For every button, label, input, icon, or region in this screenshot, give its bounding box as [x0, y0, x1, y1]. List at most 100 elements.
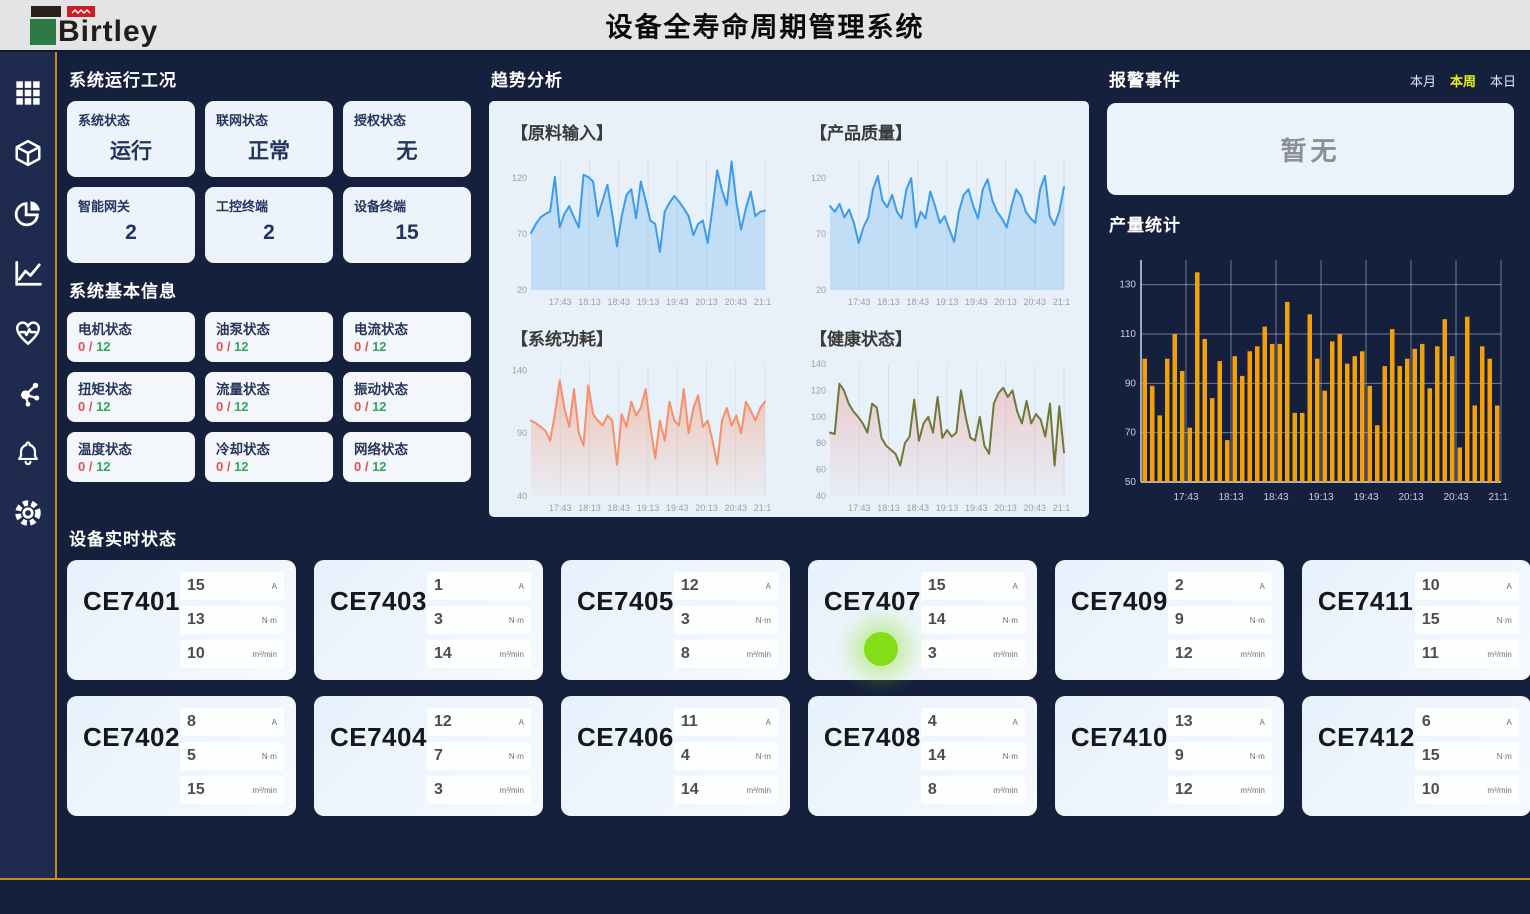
- device-value: 9: [1175, 747, 1184, 765]
- sidebar-item-settings[interactable]: [11, 496, 45, 530]
- svg-text:18:13: 18:13: [877, 297, 900, 307]
- alarm-empty-state: 暂无: [1107, 103, 1514, 195]
- svg-text:17:43: 17:43: [848, 297, 871, 307]
- device-unit: A: [1506, 718, 1511, 727]
- device-card-ce7412[interactable]: CE7412 6A 15N·m 10m³/min: [1302, 696, 1530, 816]
- device-card-ce7401[interactable]: CE7401 15A 13N·m 10m³/min: [67, 560, 296, 680]
- sidebar-item-bell[interactable]: [11, 436, 45, 470]
- device-card-ce7406[interactable]: CE7406 11A 4N·m 14m³/min: [561, 696, 790, 816]
- device-unit: m³/min: [253, 786, 277, 795]
- svg-text:110: 110: [1120, 329, 1136, 340]
- system-status-title: 系统运行工况: [69, 66, 471, 91]
- svg-text:80: 80: [816, 438, 826, 448]
- svg-text:19:43: 19:43: [1353, 492, 1378, 503]
- logo-green-square: [30, 19, 56, 45]
- device-value: 8: [681, 645, 690, 663]
- svg-text:90: 90: [517, 428, 527, 438]
- chart-title: 【产品质量】: [810, 119, 1075, 144]
- svg-text:20:43: 20:43: [724, 297, 747, 307]
- sidebar-item-pie-chart[interactable]: [11, 196, 45, 230]
- device-unit: N·m: [1250, 616, 1265, 625]
- device-unit: A: [1013, 582, 1018, 591]
- svg-text:70: 70: [816, 229, 826, 239]
- device-unit: m³/min: [993, 786, 1017, 795]
- count-separator: /: [223, 399, 234, 414]
- devices-title: 设备实时状态: [69, 525, 1516, 550]
- sidebar-item-grid[interactable]: [11, 76, 45, 110]
- sidebar-item-health[interactable]: [11, 316, 45, 350]
- total-count: 12: [234, 459, 248, 474]
- grid-icon: [14, 79, 42, 107]
- device-card-ce7409[interactable]: CE7409 2A 9N·m 12m³/min: [1055, 560, 1284, 680]
- device-unit: A: [766, 582, 771, 591]
- system-info-grid: 电机状态 0 / 12 油泵状态 0 / 12 电流状态 0 / 12 扭矩: [67, 312, 471, 482]
- trend-title: 趋势分析: [491, 66, 1089, 91]
- device-card-ce7402[interactable]: CE7402 8A 5N·m 15m³/min: [67, 696, 296, 816]
- production-bar-chart: 50709011013017:4318:1318:4319:1319:4320:…: [1107, 246, 1509, 508]
- alarm-filter-week[interactable]: 本周: [1450, 71, 1476, 90]
- device-unit: A: [1260, 718, 1265, 727]
- total-count: 12: [234, 339, 248, 354]
- info-card: 扭矩状态 0 / 12: [67, 372, 195, 422]
- info-card: 电机状态 0 / 12: [67, 312, 195, 362]
- device-unit: m³/min: [499, 786, 523, 795]
- device-card-ce7405[interactable]: CE7405 12A 3N·m 8m³/min: [561, 560, 790, 680]
- system-status-grid: 系统状态 运行 联网状态 正常 授权状态 无 智能网关: [67, 101, 471, 263]
- svg-text:40: 40: [517, 491, 527, 501]
- device-card-ce7408[interactable]: CE7408 4A 14N·m 8m³/min: [808, 696, 1037, 816]
- svg-text:70: 70: [517, 229, 527, 239]
- svg-text:18:13: 18:13: [1218, 492, 1243, 503]
- svg-text:120: 120: [811, 385, 826, 395]
- sidebar-item-line-chart[interactable]: [11, 256, 45, 290]
- total-count: 12: [372, 399, 386, 414]
- alarm-filter-group: 本月 本周 本日: [1410, 71, 1516, 90]
- device-value: 11: [1422, 645, 1439, 663]
- svg-text:17:43: 17:43: [549, 297, 572, 307]
- count-separator: /: [223, 459, 234, 474]
- alarm-title: 报警事件: [1109, 66, 1181, 91]
- running-indicator: [864, 632, 898, 666]
- device-card-ce7403[interactable]: CE7403 1A 3N·m 14m³/min: [314, 560, 543, 680]
- device-value: 14: [928, 611, 946, 629]
- info-card: 流量状态 0 / 12: [205, 372, 333, 422]
- status-label: 系统状态: [78, 110, 184, 129]
- device-card-ce7410[interactable]: CE7410 13A 9N·m 12m³/min: [1055, 696, 1284, 816]
- device-unit: A: [1013, 718, 1018, 727]
- svg-text:20:13: 20:13: [1398, 492, 1423, 503]
- section-alarm-production: 报警事件 本月 本周 本日 暂无 产量统计 50709011013017:431…: [1107, 58, 1516, 517]
- alarm-filter-month[interactable]: 本月: [1410, 71, 1436, 90]
- status-value: 无: [354, 135, 460, 165]
- svg-text:19:43: 19:43: [666, 503, 689, 513]
- status-card-device: 设备终端 15: [343, 187, 471, 263]
- svg-text:18:43: 18:43: [906, 503, 929, 513]
- device-unit: m³/min: [253, 650, 277, 659]
- device-value: 15: [187, 781, 205, 799]
- device-value: 13: [187, 611, 205, 629]
- bell-icon: [14, 439, 42, 467]
- status-label: 设备终端: [354, 196, 460, 215]
- device-value: 7: [434, 747, 443, 765]
- svg-text:60: 60: [816, 465, 826, 475]
- svg-text:19:43: 19:43: [965, 503, 988, 513]
- status-card-gateway: 智能网关 2: [67, 187, 195, 263]
- device-name: CE7411: [1318, 586, 1415, 670]
- device-unit: N·m: [509, 616, 524, 625]
- sidebar-item-topology[interactable]: [11, 376, 45, 410]
- device-unit: A: [272, 582, 277, 591]
- device-card-ce7404[interactable]: CE7404 12A 7N·m 3m³/min: [314, 696, 543, 816]
- device-card-ce7411[interactable]: CE7411 10A 15N·m 11m³/min: [1302, 560, 1530, 680]
- svg-text:20:13: 20:13: [695, 503, 718, 513]
- device-unit: A: [519, 582, 524, 591]
- device-card-ce7407[interactable]: CE7407 15A 14N·m 3m³/min: [808, 560, 1037, 680]
- device-unit: m³/min: [499, 650, 523, 659]
- status-value: 2: [216, 221, 322, 245]
- sidebar-nav: [0, 52, 57, 878]
- chart-raw-input: 【原料输入】 207012017:4318:1318:4319:1319:432…: [503, 111, 776, 317]
- trend-panel: 【原料输入】 207012017:4318:1318:4319:1319:432…: [489, 101, 1089, 517]
- svg-text:17:43: 17:43: [549, 503, 572, 513]
- alarm-filter-day[interactable]: 本日: [1490, 71, 1516, 90]
- device-unit: N·m: [262, 752, 277, 761]
- device-unit: m³/min: [746, 786, 770, 795]
- sidebar-item-cube[interactable]: [11, 136, 45, 170]
- device-value: 10: [187, 645, 205, 663]
